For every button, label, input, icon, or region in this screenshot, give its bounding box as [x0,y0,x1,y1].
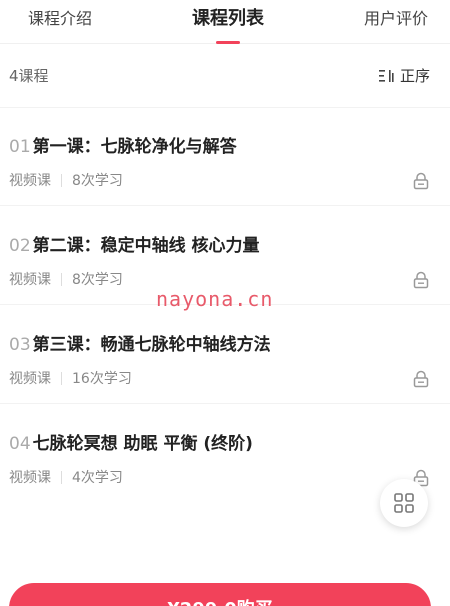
tab-label: 用户评价 [363,9,428,28]
lesson-type: 视频课 [9,470,51,486]
lesson-title: 03 第三课：畅通七脉轮中轴线方法 [9,330,271,355]
watermark-text: nayona.cn [156,287,274,311]
lesson-title: 02 第二课：稳定中轴线 核心力量 [9,231,260,256]
lesson-item[interactable]: 04 七脉轮冥想 助眠 平衡 (终阶) 视频课 4次学习 [0,405,450,503]
list-summary: 4课程 正序 [0,44,450,108]
lesson-number: 03 [9,335,31,355]
lesson-type: 视频课 [9,173,51,189]
lesson-title: 01 第一课：七脉轮净化与解答 [9,132,237,157]
tab-user-reviews[interactable]: 用户评价 [364,0,428,44]
buy-button[interactable]: ¥299.0购买 [9,583,431,606]
lesson-title-text: 七脉轮冥想 助眠 平衡 (终阶) [32,434,253,454]
lesson-study-count: 4次学习 [72,470,123,486]
grid-icon [394,493,414,513]
grid-menu-button[interactable] [380,479,428,527]
lesson-number: 02 [9,236,31,256]
course-page: 课程介绍 课程列表 用户评价 4课程 正序 01 第一课：七脉轮净化与解答 视频… [0,0,450,606]
sort-icon [378,69,394,82]
meta-divider [61,470,62,484]
lesson-type: 视频课 [9,371,51,387]
course-count: 4课程 [9,67,49,85]
tab-label: 课程列表 [192,8,264,29]
lesson-item[interactable]: 03 第三课：畅通七脉轮中轴线方法 视频课 16次学习 [0,306,450,404]
lesson-title: 04 七脉轮冥想 助眠 平衡 (终阶) [9,429,253,454]
sort-toggle[interactable]: 正序 [378,65,430,86]
lesson-meta: 视频课 16次学习 [9,368,132,388]
meta-divider [61,371,62,385]
lesson-meta: 视频课 8次学习 [9,170,123,190]
lesson-number: 04 [9,434,31,454]
lesson-number: 01 [9,137,31,157]
tab-course-list[interactable]: 课程列表 [192,0,264,44]
lesson-study-count: 8次学习 [72,272,123,288]
lesson-title-text: 第一课：七脉轮净化与解答 [32,137,237,157]
lesson-meta: 视频课 8次学习 [9,269,123,289]
tab-bar: 课程介绍 课程列表 用户评价 [0,0,450,44]
meta-divider [61,272,62,286]
lesson-meta: 视频课 4次学习 [9,467,123,487]
sort-label: 正序 [399,67,430,85]
lesson-title-text: 第二课：稳定中轴线 核心力量 [32,236,260,256]
lesson-type: 视频课 [9,272,51,288]
lesson-item[interactable]: 01 第一课：七脉轮净化与解答 视频课 8次学习 [0,108,450,206]
lock-icon [413,172,429,190]
meta-divider [61,173,62,187]
tab-label: 课程介绍 [28,9,93,28]
lock-icon [413,271,429,289]
lesson-title-text: 第三课：畅通七脉轮中轴线方法 [32,335,271,355]
lock-icon [413,370,429,388]
lesson-study-count: 16次学习 [72,371,132,387]
lesson-study-count: 8次学习 [72,173,123,189]
tab-course-intro[interactable]: 课程介绍 [28,0,92,44]
